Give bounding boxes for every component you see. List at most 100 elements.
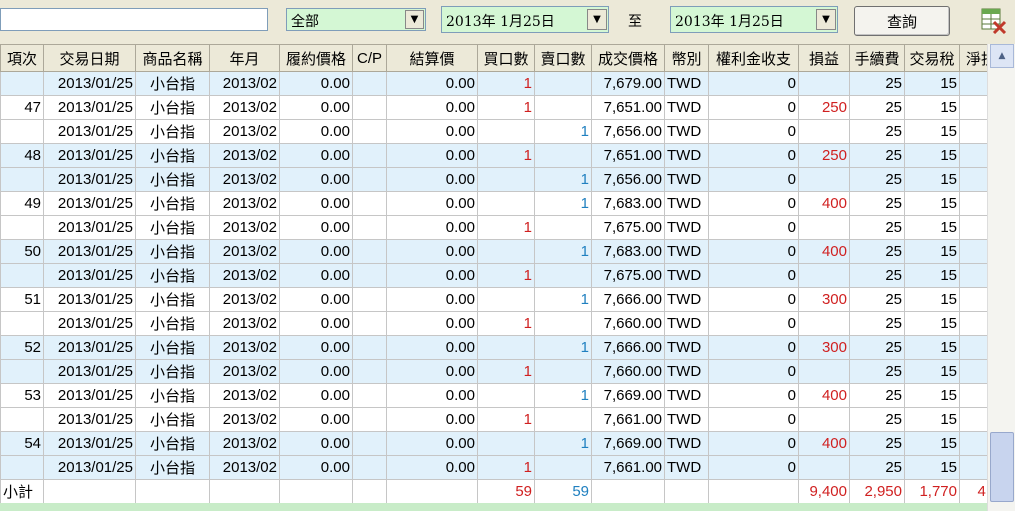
table-row[interactable]: 2013/01/25 小台指 2013/02 0.00 0.00 1 7,675.00 TWD… xyxy=(0,263,987,288)
column-header[interactable]: 履約價格 xyxy=(279,44,353,72)
column-header[interactable]: 交易稅 xyxy=(904,44,960,72)
cell-premium: 0 xyxy=(708,95,799,120)
cell-strike: 0.00 xyxy=(279,455,353,480)
column-header[interactable]: 成交價格 xyxy=(591,44,665,72)
chevron-down-icon[interactable]: ▼ xyxy=(587,9,607,30)
table-row[interactable]: 2013/01/25 小台指 2013/02 0.00 0.00 1 7,675.00 TWD… xyxy=(0,215,987,240)
table-row[interactable]: 50 2013/01/25 小台指 2013/02 0.00 0.00 1 7,683.00 T… xyxy=(0,239,987,264)
table-row[interactable]: 2013/01/25 小台指 2013/02 0.00 0.00 1 7,656.00 TWD… xyxy=(0,167,987,192)
cell-no xyxy=(0,455,44,480)
export-excel-icon[interactable] xyxy=(981,8,1007,34)
cell-no: 48 xyxy=(0,143,44,168)
cell-product: 小台指 xyxy=(135,167,210,192)
table-row[interactable]: 2013/01/25 小台指 2013/02 0.00 0.00 1 7,656.00 TWD… xyxy=(0,119,987,144)
cell-cp xyxy=(352,407,387,432)
cell-tax: 15 xyxy=(904,335,960,360)
column-header[interactable]: 幣別 xyxy=(664,44,709,72)
cell-settle: 0.00 xyxy=(386,215,478,240)
column-header[interactable]: 年月 xyxy=(209,44,280,72)
column-header[interactable]: 交易日期 xyxy=(43,44,136,72)
column-header[interactable]: 淨損益 xyxy=(959,44,987,72)
cell-product: 小台指 xyxy=(135,287,210,312)
cell-net xyxy=(959,215,987,240)
table-row[interactable]: 54 2013/01/25 小台指 2013/02 0.00 0.00 1 7,669.00 T… xyxy=(0,431,987,456)
cell-settle: 0.00 xyxy=(386,71,478,96)
cell-no xyxy=(0,71,44,96)
date-to-picker[interactable]: 2013年 1月25日 ▼ xyxy=(670,6,838,33)
search-input[interactable] xyxy=(0,8,268,31)
cell-ym: 2013/02 xyxy=(209,95,280,120)
cell-buy xyxy=(477,383,535,408)
cell-settle: 0.00 xyxy=(386,431,478,456)
cell-premium: 0 xyxy=(708,71,799,96)
cell-buy: 1 xyxy=(477,143,535,168)
subtotal-empty-cell xyxy=(43,479,136,504)
transaction-grid: 項次 交易日期 商品名稱 年月 履約價格 C/P 結算價 買口數 賣口數 成交價格 幣別 權利金收支損… xyxy=(0,44,987,511)
subtotal-fee: 2,950 xyxy=(849,479,905,504)
column-header[interactable]: 手續費 xyxy=(849,44,905,72)
cell-net: 220 xyxy=(959,335,987,360)
cell-net xyxy=(959,119,987,144)
cell-ym: 2013/02 xyxy=(209,287,280,312)
cell-ym: 2013/02 xyxy=(209,191,280,216)
cell-product: 小台指 xyxy=(135,455,210,480)
scroll-thumb[interactable] xyxy=(990,432,1014,502)
table-row[interactable]: 2013/01/25 小台指 2013/02 0.00 0.00 1 7,679.00 TWD… xyxy=(0,71,987,96)
cell-product: 小台指 xyxy=(135,119,210,144)
cell-cp xyxy=(352,335,387,360)
table-row[interactable]: 2013/01/25 小台指 2013/02 0.00 0.00 1 7,661.00 TWD… xyxy=(0,407,987,432)
cell-strike: 0.00 xyxy=(279,239,353,264)
subtotal-tax: 1,770 xyxy=(904,479,960,504)
table-row[interactable]: 51 2013/01/25 小台指 2013/02 0.00 0.00 1 7,666.00 T… xyxy=(0,287,987,312)
table-row[interactable]: 2013/01/25 小台指 2013/02 0.00 0.00 1 7,661.00 TWD… xyxy=(0,455,987,480)
column-header[interactable]: 結算價 xyxy=(386,44,478,72)
cell-settle: 0.00 xyxy=(386,407,478,432)
cell-no xyxy=(0,311,44,336)
subtotal-empty-cell xyxy=(386,479,478,504)
cell-buy xyxy=(477,335,535,360)
cell-buy: 1 xyxy=(477,311,535,336)
column-header[interactable]: 權利金收支 xyxy=(708,44,799,72)
cell-strike: 0.00 xyxy=(279,191,353,216)
cell-fee: 25 xyxy=(849,263,905,288)
table-row[interactable]: 49 2013/01/25 小台指 2013/02 0.00 0.00 1 7,683.00 T… xyxy=(0,191,987,216)
column-header[interactable]: 買口數 xyxy=(477,44,535,72)
chevron-down-icon[interactable]: ▼ xyxy=(816,9,836,30)
cell-tax: 15 xyxy=(904,95,960,120)
category-select[interactable]: 全部 ▼ xyxy=(286,8,426,31)
table-row[interactable]: 53 2013/01/25 小台指 2013/02 0.00 0.00 1 7,669.00 T… xyxy=(0,383,987,408)
cell-premium: 0 xyxy=(708,359,799,384)
date-from-picker[interactable]: 2013年 1月25日 ▼ xyxy=(441,6,609,33)
cell-ym: 2013/02 xyxy=(209,143,280,168)
cell-premium: 0 xyxy=(708,335,799,360)
table-row[interactable]: 2013/01/25 小台指 2013/02 0.00 0.00 1 7,660.00 TWD… xyxy=(0,311,987,336)
cell-pl xyxy=(798,119,850,144)
scroll-up-icon[interactable]: ▲ xyxy=(990,44,1014,68)
subtotal-empty-cell xyxy=(664,479,709,504)
table-row[interactable]: 52 2013/01/25 小台指 2013/02 0.00 0.00 1 7,666.00 T… xyxy=(0,335,987,360)
cell-premium: 0 xyxy=(708,215,799,240)
table-row[interactable]: 47 2013/01/25 小台指 2013/02 0.00 0.00 1 7,651.00 T… xyxy=(0,95,987,120)
cell-cur: TWD xyxy=(664,407,709,432)
cell-buy: 1 xyxy=(477,455,535,480)
vertical-scrollbar[interactable]: ▲ xyxy=(987,44,1015,511)
cell-no xyxy=(0,167,44,192)
chevron-down-icon[interactable]: ▼ xyxy=(405,10,424,29)
column-header[interactable]: 商品名稱 xyxy=(135,44,210,72)
cell-strike: 0.00 xyxy=(279,71,353,96)
cell-strike: 0.00 xyxy=(279,431,353,456)
column-header[interactable]: 賣口數 xyxy=(534,44,592,72)
query-button[interactable]: 查詢 xyxy=(854,6,950,36)
table-row[interactable]: 48 2013/01/25 小台指 2013/02 0.00 0.00 1 7,651.00 T… xyxy=(0,143,987,168)
cell-pl xyxy=(798,455,850,480)
cell-net: 320 xyxy=(959,191,987,216)
status-strip xyxy=(0,503,987,511)
column-header[interactable]: C/P xyxy=(352,44,387,72)
cell-no xyxy=(0,215,44,240)
table-row[interactable]: 2013/01/25 小台指 2013/02 0.00 0.00 1 7,660.00 TWD… xyxy=(0,359,987,384)
cell-date: 2013/01/25 xyxy=(43,143,136,168)
column-header[interactable]: 項次 xyxy=(0,44,44,72)
cell-fee: 25 xyxy=(849,383,905,408)
column-header[interactable]: 損益 xyxy=(798,44,850,72)
cell-product: 小台指 xyxy=(135,71,210,96)
